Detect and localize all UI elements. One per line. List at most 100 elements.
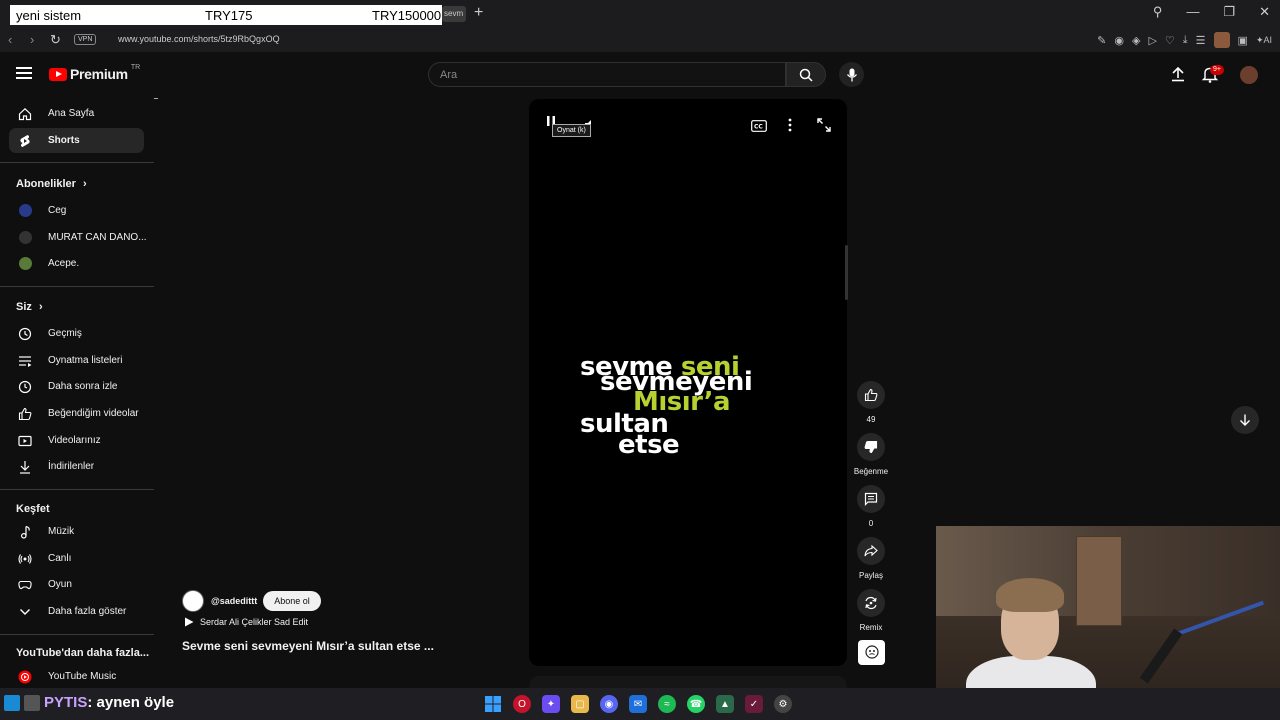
channel-avatar[interactable] [182,590,204,612]
youtube-music-icon [18,670,32,684]
edit-icon[interactable]: ✎ [1097,34,1106,47]
play-icon [185,617,194,627]
share-button[interactable] [857,537,885,565]
remix-button[interactable] [857,589,885,617]
hamburger-menu-icon[interactable] [16,67,32,80]
shield-icon[interactable]: ◈ [1132,34,1140,47]
subscribe-button[interactable]: Abone ol [263,591,321,611]
sidebar-item-home[interactable]: Ana Sayfa [9,101,144,126]
sidebar-item-label: Beğendiğim videolar [48,408,139,419]
camera-icon[interactable]: ◉ [1114,34,1124,47]
user-avatar[interactable] [1240,66,1258,84]
sidebar-item-label: Acepe. [48,258,80,269]
sidebar-item-channel[interactable]: Acepe. [9,251,144,276]
sidebar-item-your-videos[interactable]: Videolarınız [9,428,144,453]
search-input[interactable] [429,63,785,86]
fullscreen-icon[interactable] [817,118,831,137]
app-icon[interactable] [4,695,20,711]
copilot-icon[interactable]: ✦ [542,695,560,713]
subscriptions-heading[interactable]: Abonelikler › [16,178,87,190]
discord-icon[interactable]: ◉ [600,695,618,713]
playlist-icon [18,354,32,368]
shorts-video-player[interactable]: CC sevme seni sevmeyeni Mısır’a sultan e… [529,99,847,666]
sidebar-item-label: İndirilenler [48,461,95,472]
search-button[interactable] [786,62,826,87]
profile-avatar[interactable] [1213,32,1230,48]
app-icon[interactable]: ✓ [745,695,763,713]
music-row[interactable]: Serdar Ali Çelikler Sad Edit [184,617,308,627]
sidebar-item-label: Shorts [48,135,80,146]
new-tab-icon[interactable]: + [474,4,483,22]
next-short-preview[interactable] [529,676,847,688]
sidebar-item-channel[interactable]: Ceg [9,198,144,223]
menu-icon[interactable]: ☰ [1196,34,1206,47]
overlay-price-1: TRY175 [205,7,253,23]
opera-icon[interactable]: O [513,695,531,713]
app-icon[interactable] [24,695,40,711]
browser-tab[interactable]: sevm [442,6,466,22]
sidebar-item-label: Daha fazla göster [48,606,127,617]
close-icon[interactable]: ✕ [1259,4,1270,20]
you-heading[interactable]: Siz › [16,301,43,313]
like-count: 49 [866,415,876,424]
video-scroll-thumb[interactable] [845,245,848,300]
play-tooltip: Oynat (k) [552,124,591,137]
app-icon[interactable]: ▲ [716,695,734,713]
back-icon[interactable]: ‹ [8,32,12,47]
comment-action: 0 [857,485,885,528]
sidebar-item-playlists[interactable]: Oynatma listeleri [9,348,144,373]
youtube-logo[interactable]: Premium TR [49,64,140,82]
sidebar-item-shorts[interactable]: Shorts [9,128,144,153]
sidebar-item-gaming[interactable]: Oyun [9,572,144,597]
ai-icon[interactable]: ✦AI [1256,35,1272,46]
sidebar-item-history[interactable]: Geçmiş [9,321,144,346]
chat-nick: PYTIS [44,694,88,711]
next-video-button[interactable] [1231,406,1259,434]
sidebar-item-show-more[interactable]: Daha fazla göster [9,599,144,624]
divider [0,286,154,287]
cube-icon[interactable]: ▣ [1238,34,1248,47]
video-title[interactable]: Sevme seni sevmeyeni Mısır’a sultan etse… [182,639,434,653]
spotify-icon[interactable]: ≈ [658,695,676,713]
watch-later-icon [18,380,32,394]
maximize-icon[interactable]: ❐ [1223,4,1235,20]
windows-start-icon[interactable] [484,695,502,713]
sidebar-item-watch-later[interactable]: Daha sonra izle [9,374,144,399]
heart-icon[interactable]: ♡ [1165,34,1175,47]
voice-search-button[interactable] [839,62,864,87]
taskbar-apps: O ✦ ▢ ◉ ✉ ≈ ☎ ▲ ✓ ⚙ [484,695,792,713]
sidebar-item-live[interactable]: Canlı [9,546,144,571]
play-icon[interactable]: ▷ [1148,34,1156,47]
channel-thumbnail[interactable] [858,640,885,665]
you-label: Siz [16,301,32,313]
upload-button[interactable] [1170,66,1186,87]
whatsapp-icon[interactable]: ☎ [687,695,705,713]
gaming-icon [18,578,32,592]
reload-icon[interactable]: ↻ [50,32,61,48]
your-videos-icon [18,434,32,448]
url-field[interactable]: www.youtube.com/shorts/5tz9RbQgxOQ [118,34,280,44]
sidebar-item-channel[interactable]: MURAT CAN DANO... [9,225,147,250]
vpn-badge[interactable]: VPN [74,34,97,45]
steam-icon[interactable]: ⚙ [774,695,792,713]
svg-text:CC: CC [754,124,763,131]
dislike-button[interactable] [857,433,885,461]
mail-icon[interactable]: ✉ [629,695,647,713]
download-icon[interactable]: ⤓ [1183,34,1188,47]
closed-captions-icon[interactable]: CC [751,119,767,137]
file-explorer-icon[interactable]: ▢ [571,695,589,713]
sidebar-item-music[interactable]: Müzik [9,519,144,544]
remix-icon [865,596,877,610]
like-button[interactable] [857,381,885,409]
more-options-icon[interactable] [788,118,792,137]
sidebar-item-youtube-music[interactable]: YouTube Music [9,664,144,688]
scroll-up-icon[interactable]: ▲ [152,98,160,101]
search-tabs-icon[interactable]: ⚲ [1153,4,1163,20]
channel-handle[interactable]: @sadedittt [211,596,257,606]
sidebar-item-liked-videos[interactable]: Beğendiğim videolar [9,401,144,426]
channel-avatar [18,257,32,271]
sidebar-item-downloads[interactable]: İndirilenler [9,454,144,479]
minimize-icon[interactable]: — [1186,4,1199,20]
comment-button[interactable] [857,485,885,513]
forward-icon[interactable]: › [30,32,34,47]
